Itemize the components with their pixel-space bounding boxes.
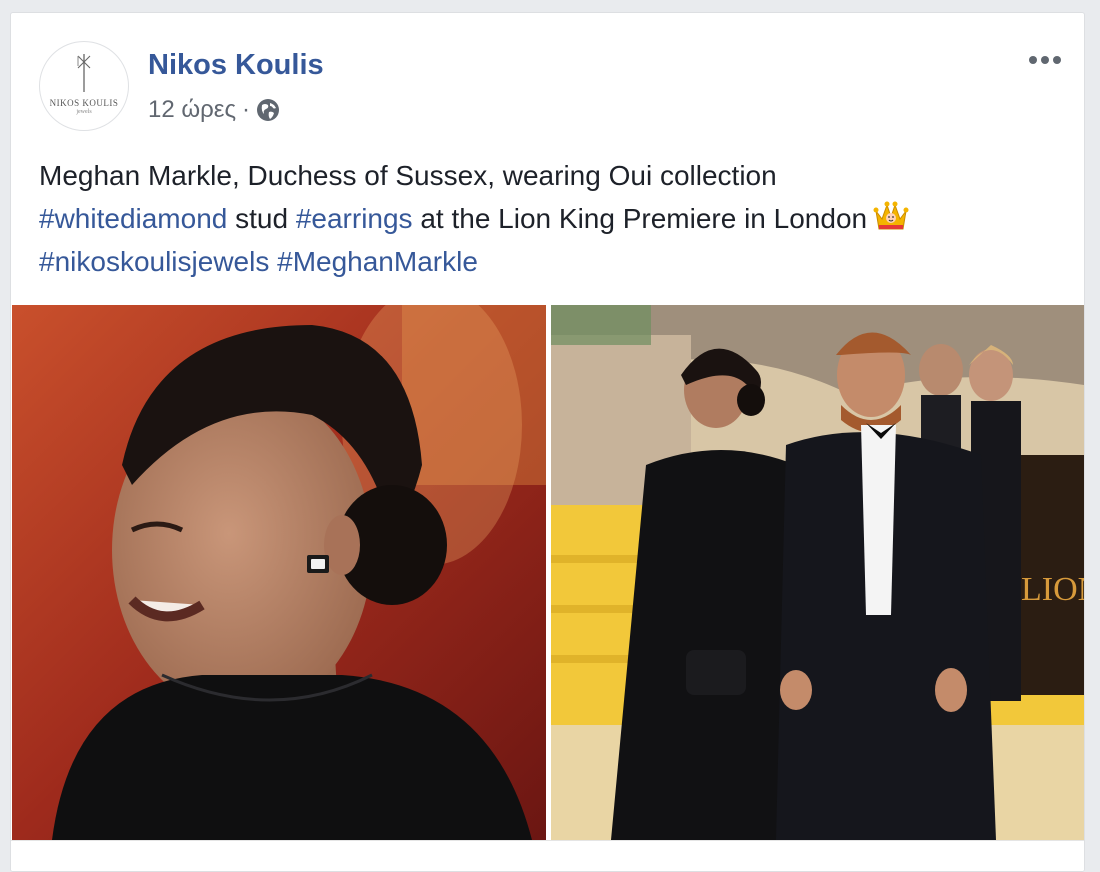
meta-separator: · [242,96,251,123]
post-photo-premiere[interactable]: LION [551,305,1084,840]
menu-dot [1041,56,1049,64]
post-text-line: Meghan Markle, Duchess of Sussex, wearin… [39,154,1069,197]
hashtag-nikoskoulisjewels[interactable]: #nikoskoulisjewels [39,246,269,277]
more-options-icon[interactable] [1023,47,1067,73]
post-card: NIKOS KOULIS jewels Nikos Koulis 12 ώρες… [10,12,1085,872]
post-photo-closeup[interactable] [12,305,546,840]
menu-dot [1053,56,1061,64]
crown-emoji-icon [873,199,909,233]
hashtag-earrings[interactable]: #earrings [296,203,413,234]
hashtag-whitediamond[interactable]: #whitediamond [39,203,227,234]
sign-text: LION [1021,571,1084,608]
menu-dot [1029,56,1037,64]
author-name[interactable]: Nikos Koulis [148,49,324,82]
post-text-segment: Meghan Markle, Duchess of Sussex, wearin… [39,160,777,191]
post-footer [11,840,1084,871]
post-text-segment: at the Lion King Premiere in London [412,203,868,234]
page-avatar[interactable]: NIKOS KOULIS jewels [39,41,129,131]
brand-logo-icon [77,54,91,92]
post-meta: 12 ώρες · [148,93,280,127]
globe-icon[interactable] [256,98,280,122]
post-text-segment: stud [227,203,296,234]
post-text-line: #nikoskoulisjewels #MeghanMarkle [39,240,1069,283]
post-text-line: #whitediamond stud #earrings at the Lion… [39,197,1069,240]
hashtag-meghanmarkle[interactable]: #MeghanMarkle [277,246,478,277]
logo-subtext: jewels [76,109,92,115]
logo-text: NIKOS KOULIS [49,98,119,108]
post-text-segment [269,246,277,277]
timestamp[interactable]: 12 ώρες [148,96,236,124]
post-text: Meghan Markle, Duchess of Sussex, wearin… [39,154,1069,283]
